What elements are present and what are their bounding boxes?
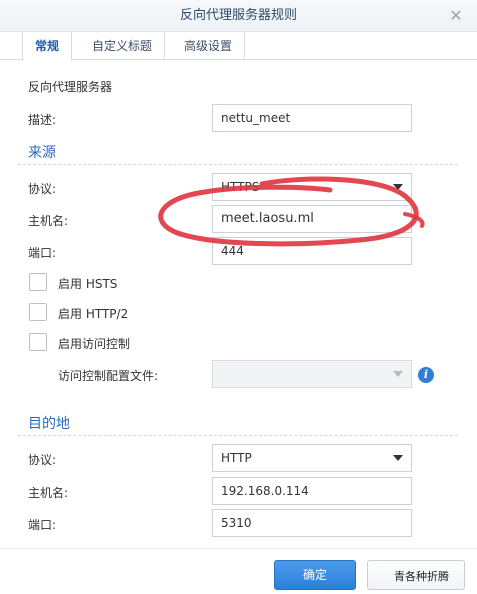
source-divider — [18, 164, 458, 165]
hsts-checkbox[interactable] — [29, 273, 47, 291]
dialog-titlebar: 反向代理服务器规则 ✕ — [0, 0, 477, 32]
source-port-input[interactable]: 444 — [212, 237, 412, 265]
source-hostname-label: 主机名: — [28, 214, 69, 228]
footer-divider — [0, 548, 477, 549]
source-port-label: 端口: — [28, 246, 57, 260]
hsts-label: 启用 HSTS — [58, 277, 118, 291]
destination-hostname-label: 主机名: — [28, 486, 69, 500]
chevron-down-icon — [393, 455, 403, 461]
general-heading: 反向代理服务器 — [28, 80, 113, 94]
chevron-down-icon — [393, 184, 403, 190]
close-icon[interactable]: ✕ — [447, 7, 465, 25]
access-control-checkbox[interactable] — [29, 333, 47, 351]
tab-custom-header[interactable]: 自定义标题 — [80, 32, 166, 60]
dialog-title: 反向代理服务器规则 — [179, 8, 297, 23]
destination-port-input[interactable]: 5310 — [212, 509, 412, 537]
destination-protocol-label: 协议: — [28, 453, 57, 467]
http2-label: 启用 HTTP/2 — [58, 307, 129, 321]
destination-protocol-value: HTTP — [221, 451, 252, 465]
source-protocol-value: HTTPS — [221, 180, 260, 194]
tab-general[interactable]: 常规 — [22, 32, 73, 61]
destination-port-label: 端口: — [28, 518, 57, 532]
access-control-label: 启用访问控制 — [58, 337, 131, 351]
ok-button[interactable]: 确定 — [274, 560, 356, 590]
destination-protocol-select[interactable]: HTTP — [212, 444, 412, 472]
description-input[interactable]: nettu_meet — [212, 104, 412, 132]
source-hostname-input[interactable]: meet.laosu.ml — [212, 205, 412, 233]
source-protocol-select[interactable]: HTTPS — [212, 173, 412, 201]
tab-bar: 常规 自定义标题 高级设置 — [0, 32, 477, 61]
destination-section-title: 目的地 — [28, 416, 70, 432]
description-label: 描述: — [28, 113, 57, 127]
destination-hostname-input[interactable]: 192.168.0.114 — [212, 477, 412, 505]
destination-divider — [18, 435, 458, 436]
chevron-down-icon — [393, 371, 403, 377]
tab-advanced[interactable]: 高级设置 — [172, 32, 246, 60]
access-profile-label: 访问控制配置文件: — [58, 369, 159, 383]
info-icon[interactable]: i — [418, 367, 434, 383]
http2-checkbox[interactable] — [29, 303, 47, 321]
source-protocol-label: 协议: — [28, 182, 57, 196]
watermark-text: 青各种折腾 — [394, 570, 449, 583]
source-section-title: 来源 — [28, 145, 56, 161]
access-profile-select[interactable] — [212, 360, 412, 388]
